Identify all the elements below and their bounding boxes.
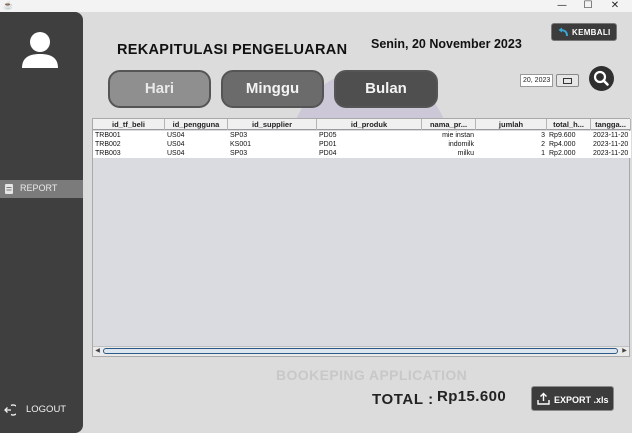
table-cell: PD05 <box>319 132 337 139</box>
table-cell: 2 <box>541 141 545 148</box>
table-cell: TRB003 <box>95 150 121 157</box>
total-value: Rp15.600 <box>437 388 507 405</box>
logout-label: LOGOUT <box>26 404 67 415</box>
column-header[interactable]: total_h... <box>547 119 591 130</box>
app-icon: ☕ <box>3 1 13 10</box>
column-header[interactable]: tangga... <box>591 119 631 130</box>
logout-button[interactable]: LOGOUT <box>4 403 79 417</box>
table-header: id_tf_beli id_pengguna id_supplier id_pr… <box>93 119 631 130</box>
table-cell: indomilk <box>448 141 474 148</box>
column-header[interactable]: nama_pr... <box>422 119 476 130</box>
table-cell: SP03 <box>230 150 248 157</box>
table-cell: TRB001 <box>95 132 121 139</box>
date-picker-button[interactable] <box>556 74 579 87</box>
back-button-label: KEMBALI <box>572 28 611 37</box>
column-header[interactable]: jumlah <box>476 119 547 130</box>
export-xls-button[interactable]: EXPORT .xls <box>531 386 614 411</box>
current-date: Senin, 20 November 2023 <box>371 37 522 51</box>
upload-icon <box>537 392 550 405</box>
total-label: TOTAL : <box>372 391 434 408</box>
table-cell: 3 <box>541 132 545 139</box>
table-cell: 2023-11-20 <box>593 150 629 157</box>
table-row[interactable]: TRB002 US04 KS001 PD01 indomilk 2 Rp4.00… <box>93 140 631 149</box>
app-watermark: BOOKEPING APPLICATION <box>276 367 468 383</box>
table-cell: PD04 <box>319 150 337 157</box>
filter-minggu-button[interactable]: Minggu <box>221 70 324 108</box>
table-cell: US04 <box>167 141 185 148</box>
export-button-label: EXPORT .xls <box>554 395 609 405</box>
date-input[interactable]: 20, 2023 <box>520 74 553 87</box>
search-button[interactable] <box>589 66 614 91</box>
column-header[interactable]: id_supplier <box>228 119 317 130</box>
table-row[interactable]: TRB003 US04 SP03 PD04 milku 1 Rp2.000 20… <box>93 149 631 158</box>
user-avatar-icon <box>22 32 58 68</box>
page-title: REKAPITULASI PENGELUARAN <box>117 42 348 58</box>
table-cell: Rp4.000 <box>549 141 576 148</box>
back-arrow-icon <box>558 27 568 37</box>
sidebar-item-report[interactable]: REPORT <box>0 180 83 198</box>
column-header[interactable]: id_produk <box>317 119 422 130</box>
table-cell: KS001 <box>230 141 252 148</box>
table-cell: 2023-11-20 <box>593 132 629 139</box>
window-titlebar: ☕ — ☐ ✕ <box>0 0 632 12</box>
table-cell: 1 <box>541 150 545 157</box>
logout-icon <box>4 404 16 416</box>
table-cell: milku <box>457 150 474 157</box>
maximize-button[interactable]: ☐ <box>575 0 601 12</box>
scroll-right-icon[interactable]: ▶ <box>620 347 629 356</box>
search-icon <box>593 70 609 86</box>
scrollbar-thumb[interactable] <box>103 348 618 354</box>
table-cell: PD01 <box>319 141 337 148</box>
transactions-table[interactable]: id_tf_beli id_pengguna id_supplier id_pr… <box>92 118 631 357</box>
back-button[interactable]: KEMBALI <box>551 23 617 41</box>
filter-hari-button[interactable]: Hari <box>108 70 211 108</box>
table-row[interactable]: TRB001 US04 SP03 PD05 mie instan 3 Rp9.6… <box>93 131 631 140</box>
table-cell: mie instan <box>442 132 474 139</box>
sidebar: REPORT LOGOUT <box>0 12 83 433</box>
column-header[interactable]: id_pengguna <box>165 119 228 130</box>
table-cell: US04 <box>167 150 185 157</box>
table-cell: SP03 <box>230 132 248 139</box>
table-cell: Rp2.000 <box>549 150 576 157</box>
column-header[interactable]: id_tf_beli <box>93 119 165 130</box>
close-button[interactable]: ✕ <box>602 0 628 12</box>
filter-bulan-button[interactable]: Bulan <box>334 70 438 108</box>
report-icon <box>5 184 13 194</box>
scroll-left-icon[interactable]: ◀ <box>93 347 102 356</box>
table-cell: Rp9.600 <box>549 132 576 139</box>
table-cell: US04 <box>167 132 185 139</box>
horizontal-scrollbar[interactable]: ◀ ▶ <box>93 346 629 356</box>
sidebar-item-label: REPORT <box>20 183 58 193</box>
table-cell: TRB002 <box>95 141 121 148</box>
table-cell: 2023-11-20 <box>593 141 629 148</box>
minimize-button[interactable]: — <box>549 0 575 12</box>
calendar-icon <box>563 78 572 84</box>
